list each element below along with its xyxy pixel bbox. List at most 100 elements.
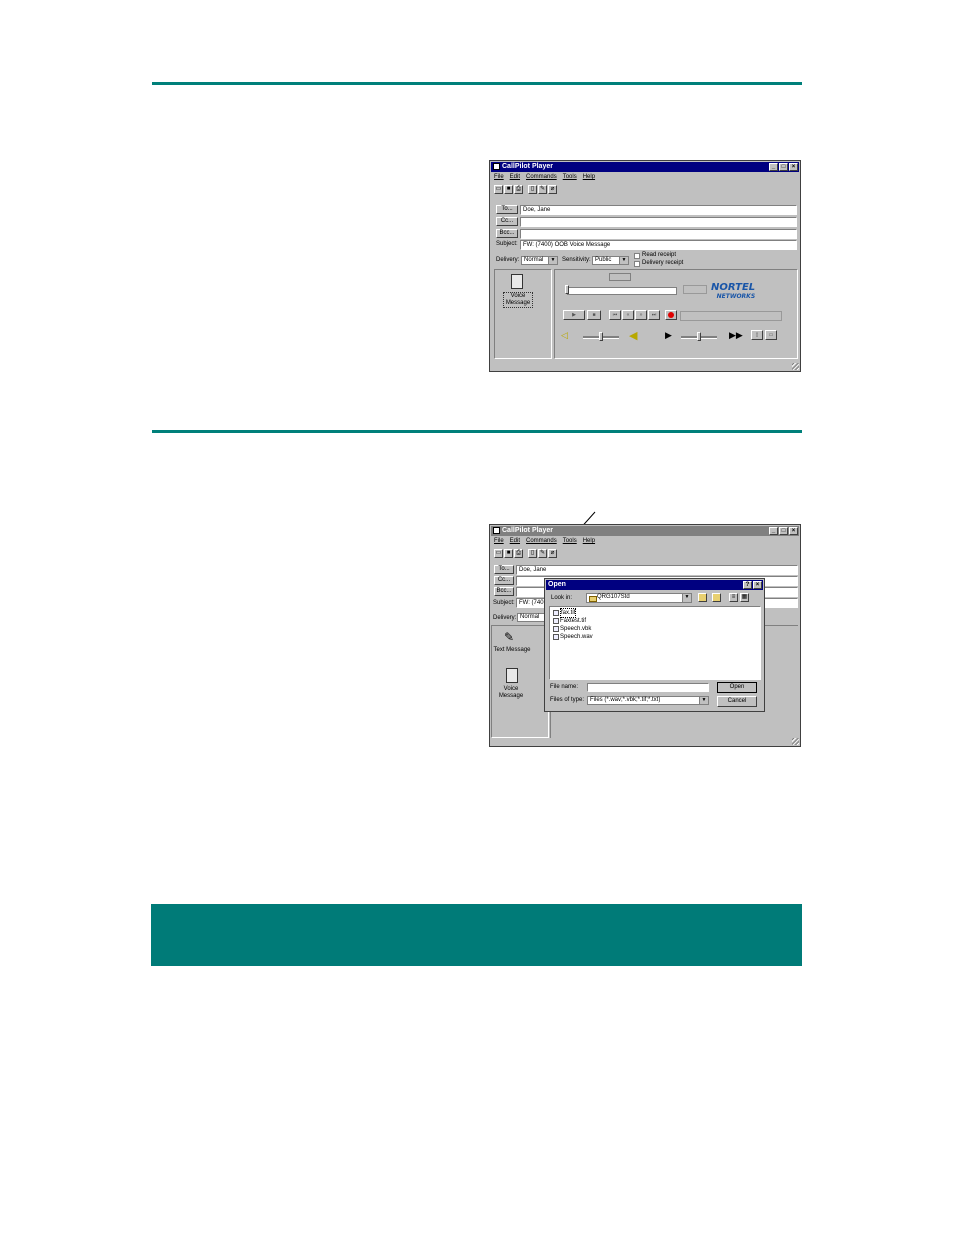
resize-grip-icon[interactable] [792, 363, 799, 370]
save-icon[interactable]: ■ [504, 549, 513, 558]
delivery-receipt-checkbox[interactable] [634, 261, 640, 267]
forward-icon[interactable]: » [635, 310, 647, 320]
menu-tools[interactable]: Tools [563, 538, 577, 544]
look-in-select[interactable]: QRG107Std ▼ [586, 593, 692, 603]
send-icon[interactable]: ▭ [494, 549, 503, 558]
dropdown-arrow-icon[interactable]: ▼ [548, 257, 557, 264]
open-dialog: Open ? × Look in: QRG107Std ▼ ≡ ▦ fax.ti… [544, 578, 765, 712]
counter-box [609, 273, 631, 281]
cc-button[interactable]: Cc... [494, 576, 514, 585]
address-book-icon[interactable]: ▯ [528, 185, 537, 194]
sensitivity-value: Public [595, 257, 612, 263]
list-item[interactable]: Faxtest.tif [550, 617, 760, 625]
print-icon[interactable]: ⎙ [514, 549, 523, 558]
resize-grip-icon[interactable] [792, 738, 799, 745]
read-receipt-label: Read receipt [642, 252, 677, 258]
files-of-type-select[interactable]: Files (*.wav;*.vbk;*.tif;*.txt) ▼ [587, 696, 709, 705]
delivery-label: Delivery: [493, 615, 517, 621]
file-name-input[interactable] [587, 683, 709, 692]
menu-help[interactable]: Help [583, 174, 595, 180]
to-button[interactable]: To... [496, 205, 518, 214]
record-icon[interactable] [665, 310, 677, 320]
subject-field[interactable]: FW: (7400) OOB Voice Message [520, 240, 797, 250]
minimize-button[interactable]: _ [769, 163, 778, 171]
send-icon[interactable]: ▭ [494, 185, 503, 194]
list-view-icon[interactable]: ≡ [729, 593, 738, 602]
voice-message-label[interactable]: Voice Message [496, 686, 526, 700]
bcc-button[interactable]: Bcc... [494, 587, 514, 596]
text-message-label[interactable]: Text Message [492, 647, 532, 653]
folder-icon [589, 596, 597, 602]
open-button[interactable]: Open [717, 682, 757, 693]
menu-file[interactable]: File [494, 174, 504, 180]
to-field[interactable]: Doe, Jane [520, 205, 797, 215]
to-button[interactable]: To... [494, 565, 514, 574]
list-item[interactable]: fax.tif [550, 608, 760, 618]
delivery-value: Normal [520, 614, 540, 620]
voice-message-icon[interactable] [506, 668, 518, 683]
voice-message-label[interactable]: Voice Message [503, 292, 533, 308]
close-button[interactable]: × [789, 527, 798, 535]
details-view-icon[interactable]: ▦ [740, 593, 749, 602]
look-in-value: QRG107Std [597, 594, 630, 600]
bcc-field[interactable] [520, 229, 797, 239]
list-item[interactable]: Speech.wav [550, 633, 760, 641]
voice-message-icon[interactable] [511, 274, 523, 289]
look-in-label: Look in: [551, 595, 573, 601]
cc-field[interactable] [520, 217, 797, 227]
delivery-select[interactable]: Normal ▼ [521, 256, 558, 265]
title-bar[interactable]: CallPilot Player _ □ × [491, 162, 799, 172]
read-receipt-checkbox[interactable] [634, 253, 640, 259]
sensitivity-select[interactable]: Public ▼ [592, 256, 629, 265]
progress-bar[interactable] [567, 287, 677, 295]
bcc-button[interactable]: Bcc... [496, 229, 518, 238]
title-bar[interactable]: CallPilot Player _ □ × [491, 526, 799, 536]
speed-slow-icon: ▶ [665, 330, 672, 340]
minimize-button[interactable]: _ [769, 527, 778, 535]
menu-tools[interactable]: Tools [563, 174, 577, 180]
menu-edit[interactable]: Edit [510, 174, 520, 180]
maximize-button[interactable]: □ [779, 163, 788, 171]
computer-icon[interactable]: ▭ [765, 330, 777, 340]
maximize-button[interactable]: □ [779, 527, 788, 535]
speed-thumb[interactable] [697, 332, 701, 341]
new-folder-icon[interactable] [712, 593, 721, 602]
dialog-title-bar[interactable]: Open ? × [546, 580, 763, 590]
list-item[interactable]: Speech.vbk [550, 625, 760, 633]
cancel-button[interactable]: Cancel [717, 696, 757, 707]
to-field[interactable]: Doe, Jane [516, 565, 798, 575]
dropdown-arrow-icon[interactable]: ▼ [699, 697, 708, 704]
dropdown-arrow-icon[interactable]: ▼ [682, 594, 691, 602]
image-file-icon [553, 610, 559, 616]
close-button[interactable]: × [753, 581, 762, 589]
spell-check-icon[interactable]: ✎ [538, 549, 547, 558]
volume-thumb[interactable] [599, 332, 603, 341]
progress-thumb[interactable] [565, 285, 569, 294]
delivery-select[interactable]: Normal [517, 613, 547, 622]
help-button[interactable]: ? [743, 581, 752, 589]
dropdown-arrow-icon[interactable]: ▼ [619, 257, 628, 264]
menu-help[interactable]: Help [583, 538, 595, 544]
rewind-start-icon[interactable]: ⏮ [609, 310, 621, 320]
attach-icon[interactable]: ⌀ [548, 549, 557, 558]
up-folder-icon[interactable] [698, 593, 707, 602]
save-icon[interactable]: ■ [504, 185, 513, 194]
attach-icon[interactable]: ⌀ [548, 185, 557, 194]
menu-commands[interactable]: Commands [526, 538, 557, 544]
nortel-networks-logo: NORTEL NETWORKS [711, 282, 756, 301]
phone-icon[interactable]: ▯ [751, 330, 763, 340]
play-icon[interactable]: ▶ [563, 310, 585, 320]
file-name-label: File name: [550, 684, 579, 690]
cc-button[interactable]: Cc... [496, 217, 518, 226]
rewind-icon[interactable]: « [622, 310, 634, 320]
close-button[interactable]: × [789, 163, 798, 171]
spell-check-icon[interactable]: ✎ [538, 185, 547, 194]
address-book-icon[interactable]: ▯ [528, 549, 537, 558]
forward-end-icon[interactable]: ⏭ [648, 310, 660, 320]
menu-edit[interactable]: Edit [510, 538, 520, 544]
print-icon[interactable]: ⎙ [514, 185, 523, 194]
menu-commands[interactable]: Commands [526, 174, 557, 180]
menu-file[interactable]: File [494, 538, 504, 544]
stop-icon[interactable]: ■ [587, 310, 601, 320]
text-message-icon[interactable]: ✎ [504, 630, 514, 644]
